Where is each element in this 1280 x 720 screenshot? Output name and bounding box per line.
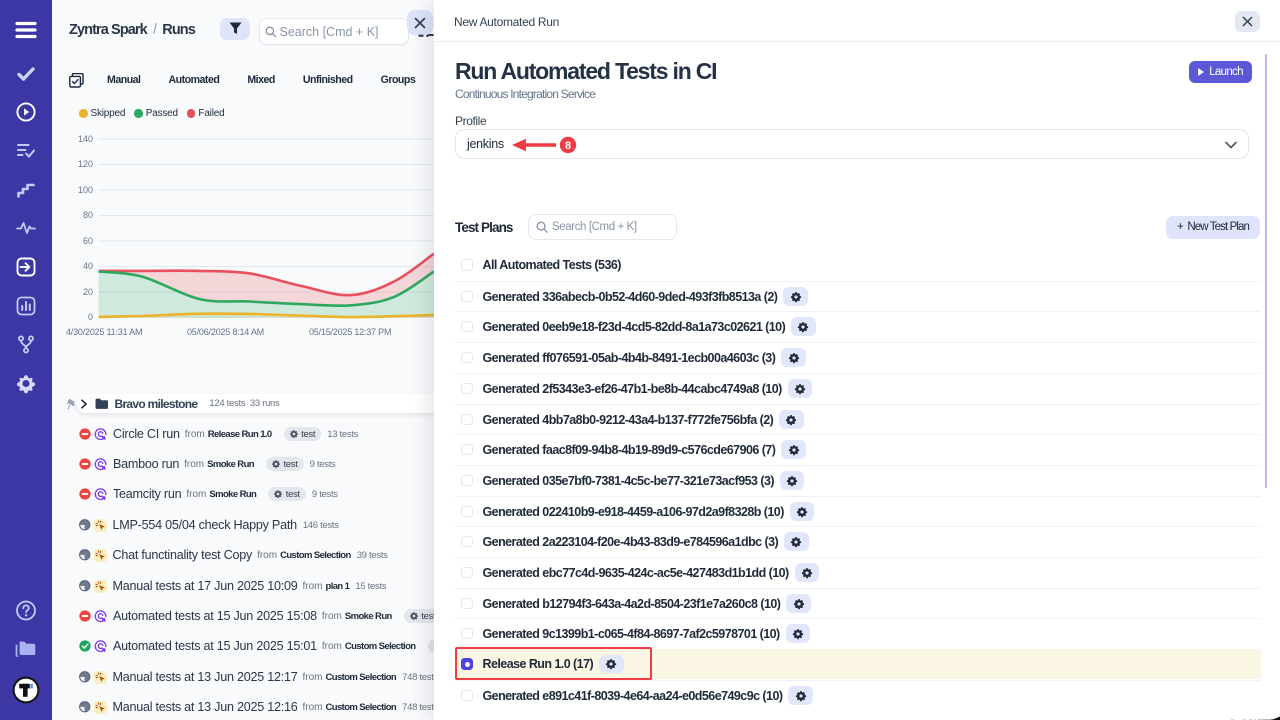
svg-text:8: 8 <box>565 140 571 152</box>
